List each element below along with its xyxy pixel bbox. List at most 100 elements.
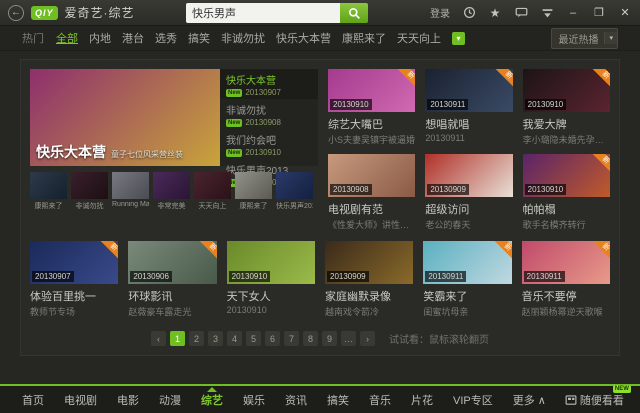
filter-item-kangxilaile[interactable]: 康熙来了 xyxy=(342,30,386,46)
chevron-up-icon: ∧ xyxy=(538,395,546,407)
main-menu-icon[interactable] xyxy=(540,6,554,20)
filter-item-kuailedabenying[interactable]: 快乐大本营 xyxy=(276,30,331,46)
new-ribbon: 新 xyxy=(100,241,119,262)
thumb-item[interactable]: 非诚勿扰 xyxy=(71,172,108,211)
nav-item-news[interactable]: 资讯 xyxy=(275,392,317,408)
search-input[interactable] xyxy=(186,3,340,23)
featured-section: 快乐大本营 童子七位风采营丝装 快乐大本营 New20130907 非诚勿扰 N… xyxy=(30,69,318,231)
video-thumbnail: 新 20130907 xyxy=(30,241,118,284)
nav-item-more[interactable]: 更多 ∧ xyxy=(503,392,556,408)
search-button[interactable] xyxy=(340,3,368,23)
thumb-item[interactable]: Running Man xyxy=(112,172,149,211)
video-card[interactable]: 新20130911 笑霸来了 闺蜜坑母亲 xyxy=(423,241,511,318)
video-thumbnail: 新20130911 xyxy=(425,69,512,112)
content-panel: 快乐大本营 童子七位风采营丝装 快乐大本营 New20130907 非诚勿扰 N… xyxy=(20,59,620,356)
find-video-button[interactable]: 找片 NEW xyxy=(633,392,640,408)
filter-item-all[interactable]: 全部 xyxy=(56,30,78,46)
page-ellipsis: … xyxy=(341,331,356,346)
nav-item-variety[interactable]: 综艺 xyxy=(191,392,233,408)
nav-item-funny[interactable]: 搞笑 xyxy=(317,392,359,408)
video-card[interactable]: 新20130911 音乐不要停 赵丽颖杨幂逆天歌喉 xyxy=(522,241,610,318)
featured-thumbnail[interactable]: 快乐大本营 童子七位风采营丝装 xyxy=(30,69,220,166)
episode-date-overlay: 20130909 xyxy=(427,184,469,195)
video-card[interactable]: 新20130910 我爱大牌 李小璐隐未婚先孕细节 xyxy=(523,69,610,146)
next-page-button[interactable]: › xyxy=(360,331,375,346)
favorites-star-icon[interactable]: ★ xyxy=(488,6,502,20)
video-card[interactable]: 新20130910 综艺大嘴巴 小S夫妻吴镇宇被逼婚 xyxy=(328,69,415,146)
filter-item-hktw[interactable]: 港台 xyxy=(122,30,144,46)
search-icon xyxy=(348,7,361,20)
video-card[interactable]: 新20130911 想唱就唱 20130911 xyxy=(425,69,512,146)
new-ribbon: 新 xyxy=(591,69,610,90)
maximize-button[interactable]: ❐ xyxy=(592,6,606,19)
nav-item-music[interactable]: 音乐 xyxy=(359,392,401,408)
video-thumbnail: 新20130910 xyxy=(523,69,610,112)
episode-list: 快乐大本营 New20130907 非诚勿扰 New20130908 我们约会吧… xyxy=(220,69,318,166)
nav-item-movie[interactable]: 电影 xyxy=(107,392,149,408)
page-button-7[interactable]: 7 xyxy=(284,331,299,346)
video-thumbnail: 新20130906 xyxy=(128,241,216,284)
featured-title: 快乐大本营 xyxy=(36,142,106,162)
page-button-5[interactable]: 5 xyxy=(246,331,261,346)
prev-page-button[interactable]: ‹ xyxy=(151,331,166,346)
page-button-2[interactable]: 2 xyxy=(189,331,204,346)
page-button-8[interactable]: 8 xyxy=(303,331,318,346)
new-ribbon: 新 xyxy=(591,154,610,175)
bottom-nav: 首页 电视剧 电影 动漫 综艺 娱乐 资讯 搞笑 音乐 片花 VIP专区 更多 … xyxy=(0,384,640,413)
feedback-icon[interactable] xyxy=(514,6,528,20)
new-ribbon: 新 xyxy=(591,241,610,262)
episode-item[interactable]: 快乐大本营 New20130907 xyxy=(220,69,318,99)
video-card[interactable]: 新20130907 体验百里挑一 教师节专场 xyxy=(30,241,118,318)
thumb-item[interactable]: 快乐男声2013 xyxy=(276,172,313,211)
page-button-1[interactable]: 1 xyxy=(170,331,185,346)
filter-expand-icon[interactable]: ▾ xyxy=(452,32,465,45)
video-card[interactable]: 新20130906 环球影讯 赵薇豪车露走光 xyxy=(128,241,216,318)
nav-item-tv[interactable]: 电视剧 xyxy=(54,392,107,408)
episode-date-overlay: 20130907 xyxy=(32,271,74,282)
iqiyi-logo: QIY xyxy=(31,6,58,20)
episode-item[interactable]: 我们约会吧 New20130910 xyxy=(220,129,318,159)
episode-item[interactable]: 非诚勿扰 New20130908 xyxy=(220,99,318,129)
random-watch-button[interactable]: 随便看看 NEW xyxy=(556,392,633,408)
page-button-3[interactable]: 3 xyxy=(208,331,223,346)
video-card[interactable]: 新20130910 帕帕榻 歌手名模齐转行 xyxy=(523,154,610,231)
back-button[interactable]: ← xyxy=(8,5,24,21)
filter-item-feichengwurao[interactable]: 非诚勿扰 xyxy=(221,30,265,46)
video-thumbnail: 20130908 xyxy=(328,154,415,197)
thumb-item[interactable]: 天天向上 xyxy=(194,172,231,211)
nav-item-anime[interactable]: 动漫 xyxy=(149,392,191,408)
page-button-9[interactable]: 9 xyxy=(322,331,337,346)
close-button[interactable]: ✕ xyxy=(618,6,632,19)
video-thumbnail: 新 20130910 xyxy=(523,154,610,197)
video-card[interactable]: 20130910 天下女人 20130910 xyxy=(227,241,315,318)
minimize-button[interactable]: – xyxy=(566,7,580,19)
episode-date-overlay: 20130911 xyxy=(427,99,468,110)
nav-item-entertainment[interactable]: 娱乐 xyxy=(233,392,275,408)
thumb-item[interactable]: 康熙来了 xyxy=(30,172,67,211)
video-card[interactable]: 20130909 超级访问 老公的春天 xyxy=(425,154,512,231)
nav-item-home[interactable]: 首页 xyxy=(12,392,54,408)
login-link[interactable]: 登录 xyxy=(430,5,450,20)
nav-item-trailers[interactable]: 片花 xyxy=(401,392,443,408)
new-badge: New xyxy=(226,119,242,127)
filter-item-mainland[interactable]: 内地 xyxy=(89,30,111,46)
video-card[interactable]: 20130908 电视剧有范 《性爱大师》讲性高潮 xyxy=(328,154,415,231)
sort-dropdown[interactable]: 最近热播 ▾ xyxy=(551,28,618,49)
video-thumbnail: 20130909 xyxy=(425,154,512,197)
filter-item-talent[interactable]: 选秀 xyxy=(155,30,177,46)
video-card[interactable]: 20130909 家庭幽默录像 越南戏令箭冷 xyxy=(325,241,413,318)
nav-item-vip[interactable]: VIP专区 xyxy=(443,392,503,408)
history-icon[interactable] xyxy=(462,6,476,20)
episode-date-overlay: 20130910 xyxy=(525,184,567,195)
filter-item-funny[interactable]: 搞笑 xyxy=(188,30,210,46)
filter-item-tiantianxiangshang[interactable]: 天天向上 xyxy=(397,30,441,46)
video-thumbnail: 新20130911 xyxy=(423,241,511,284)
thumb-item[interactable]: 康熙来了 xyxy=(235,172,272,211)
video-thumbnail: 20130910 xyxy=(227,241,315,284)
new-badge: NEW xyxy=(613,385,631,393)
thumb-item[interactable]: 非常完美 xyxy=(153,172,190,211)
episode-date-overlay: 20130906 xyxy=(130,271,172,282)
page-button-4[interactable]: 4 xyxy=(227,331,242,346)
thumb-image xyxy=(235,172,272,199)
page-button-6[interactable]: 6 xyxy=(265,331,280,346)
